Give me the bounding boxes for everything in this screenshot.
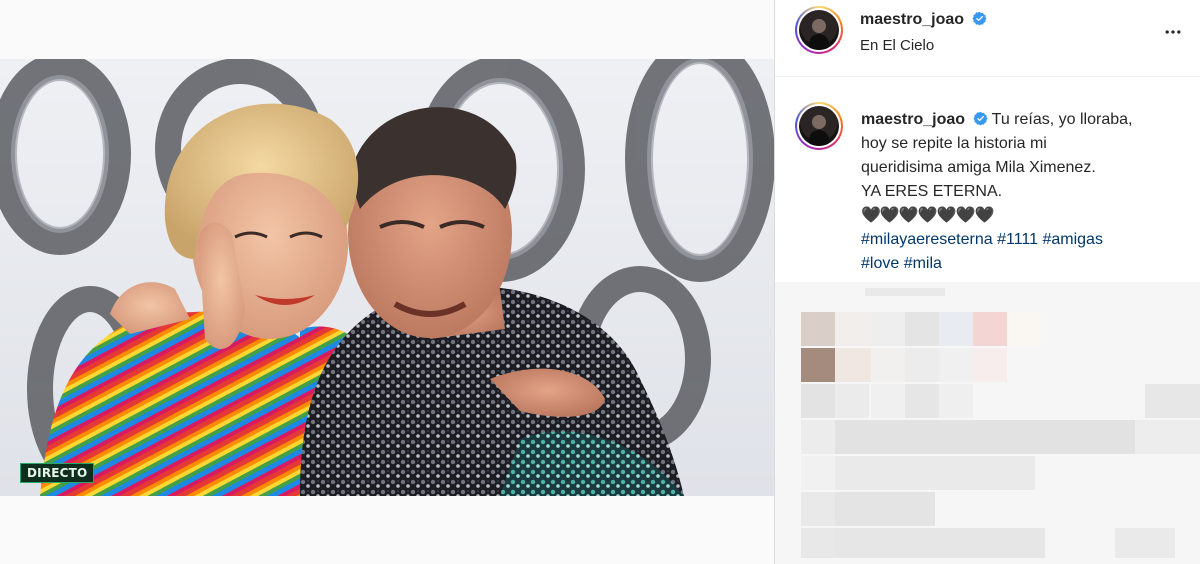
post-sidebar: maestro_joao En El Cielo maestro_joao Tu…	[774, 0, 1200, 564]
caption-line-3: queridisima amiga Mila Ximenez.	[861, 159, 1096, 176]
author-avatar[interactable]	[795, 6, 843, 54]
hashtag-milayaereseterna[interactable]: #milayaereseterna	[861, 231, 993, 248]
post-caption: maestro_joao Tu reías, yo lloraba, hoy s…	[861, 108, 1181, 276]
hashtag-1111[interactable]: #1111	[997, 231, 1038, 248]
verified-badge-icon	[971, 11, 987, 26]
verified-badge-icon	[972, 111, 988, 126]
post-photo[interactable]: DIRECTO	[0, 59, 774, 496]
caption-username[interactable]: maestro_joao	[861, 111, 965, 128]
author-username[interactable]: maestro_joao	[860, 11, 987, 29]
hashtag-amigas[interactable]: #amigas	[1042, 231, 1102, 248]
pixelated-comments-area	[775, 282, 1200, 564]
author-username-text[interactable]: maestro_joao	[860, 11, 964, 28]
post-location[interactable]: En El Cielo	[860, 37, 934, 54]
caption-line-4: YA ERES ETERNA.	[861, 183, 1003, 200]
live-badge: DIRECTO	[20, 463, 95, 483]
hashtag-mila[interactable]: #mila	[904, 255, 942, 272]
profile-photo	[799, 106, 839, 146]
caption-author-avatar[interactable]	[795, 102, 843, 150]
caption-line-1: Tu reías, yo lloraba,	[991, 111, 1133, 128]
photo-illustration	[0, 59, 774, 496]
profile-photo	[799, 10, 839, 50]
caption-line-2: hoy se repite la historia mi	[861, 135, 1047, 152]
more-options-icon[interactable]	[1163, 22, 1183, 42]
hashtag-love[interactable]: #love	[861, 255, 899, 272]
black-hearts-emoji: 🖤🖤🖤🖤🖤🖤🖤	[861, 207, 994, 224]
media-panel: DIRECTO	[0, 0, 774, 564]
post-header: maestro_joao En El Cielo	[775, 0, 1200, 77]
